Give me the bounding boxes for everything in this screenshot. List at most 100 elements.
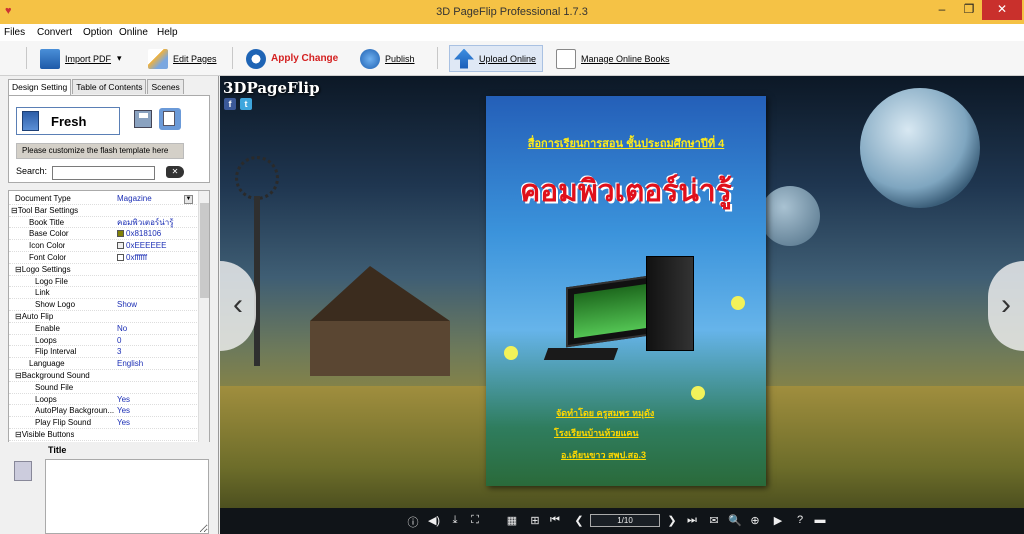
property-row[interactable]: ⊟Logo Settings — [9, 264, 199, 276]
next-page-button[interactable]: › — [988, 261, 1024, 351]
prev-page-icon[interactable]: ❮ — [572, 514, 586, 527]
property-row[interactable]: Language English — [9, 358, 199, 370]
download-icon[interactable]: ⤓ — [448, 514, 462, 527]
apply-change-button[interactable]: Apply Change — [242, 45, 342, 72]
thumbnails-icon[interactable]: ▦ — [505, 514, 519, 527]
property-row[interactable]: Enable No — [9, 323, 199, 335]
property-value[interactable]: Show — [117, 299, 137, 311]
first-page-icon[interactable]: ⏮ — [548, 514, 562, 527]
property-value[interactable]: English — [117, 358, 143, 370]
menu-online[interactable]: Online — [119, 27, 148, 38]
property-key: Enable — [35, 323, 60, 333]
minimize-button[interactable]: – — [929, 0, 955, 20]
toolbar-separator — [232, 47, 233, 69]
property-value[interactable]: Magazine — [117, 193, 152, 205]
facebook-icon[interactable]: f — [224, 98, 236, 110]
publish-button[interactable]: Publish — [356, 45, 419, 72]
property-value[interactable]: 0 — [117, 335, 121, 347]
clear-search-icon[interactable]: ✕ — [166, 166, 184, 178]
edit-pages-button[interactable]: Edit Pages — [144, 45, 221, 72]
window-titlebar: ♥ 3D PageFlip Professional 1.7.3 – ❐ ✕ — [0, 0, 1024, 24]
property-value[interactable]: 3 — [117, 346, 121, 358]
scrollbar-thumb[interactable] — [200, 203, 209, 298]
left-tabs: Design Setting Table of Contents Scenes — [8, 79, 185, 95]
customize-template-button[interactable]: Please customize the flash template here — [16, 143, 184, 159]
property-value[interactable]: 0xffffff — [117, 252, 147, 264]
search-icon[interactable]: 🔍 — [728, 514, 742, 527]
import-pdf-button[interactable]: Import PDF — [36, 45, 115, 72]
property-row[interactable]: Loops Yes — [9, 394, 199, 406]
property-row[interactable]: Loops 0 — [9, 335, 199, 347]
restore-button[interactable]: ❐ — [956, 0, 982, 20]
print-icon[interactable]: ▬ — [813, 514, 827, 526]
property-row[interactable]: Logo File — [9, 276, 199, 288]
property-row[interactable]: Font Color 0xffffff — [9, 252, 199, 264]
property-key: Loops — [35, 335, 57, 345]
tab-scenes[interactable]: Scenes — [147, 79, 184, 94]
property-row[interactable]: Play Flip Sound Yes — [9, 417, 199, 429]
property-row[interactable]: Show Logo Show — [9, 299, 199, 311]
property-row[interactable]: Sound File — [9, 382, 199, 394]
menu-convert[interactable]: Convert — [37, 27, 72, 38]
property-row[interactable]: ⊟Visible Buttons — [9, 429, 199, 441]
design-setting-panel: Fresh Please customize the flash templat… — [8, 95, 210, 183]
property-value[interactable]: Yes — [117, 417, 130, 429]
property-key: Show Logo — [35, 300, 76, 310]
book-cover[interactable]: สื่อการเรียนการสอน ชั้นประถมศึกษาปีที่ 4… — [486, 96, 766, 486]
template-button[interactable]: Fresh — [16, 107, 120, 135]
search-label: Search: — [16, 166, 48, 176]
save-icon[interactable] — [134, 110, 152, 128]
upload-online-button[interactable]: Upload Online — [449, 45, 543, 72]
property-value[interactable]: Yes — [117, 394, 130, 406]
property-row[interactable]: Link — [9, 287, 199, 300]
property-row[interactable]: Book Title คอมพิวเตอร์น่ารู้ — [9, 217, 199, 229]
zoom-in-icon[interactable]: ⊕ — [748, 514, 762, 527]
property-row[interactable]: ⊟Auto Flip — [9, 311, 199, 323]
menu-files[interactable]: Files — [4, 27, 25, 38]
background-planet — [760, 186, 820, 246]
fullscreen-icon[interactable]: ⛶ — [468, 514, 482, 527]
property-value-text: 0xEEEEEE — [126, 241, 167, 251]
next-page-icon[interactable]: ❯ — [665, 514, 679, 527]
property-value[interactable]: Yes — [117, 405, 130, 417]
email-icon[interactable]: ✉ — [707, 514, 721, 527]
help-icon[interactable]: ? — [793, 514, 807, 526]
property-value-text: Yes — [117, 418, 131, 428]
property-value-text: 3 — [117, 347, 122, 357]
sound-icon[interactable]: ◀) — [427, 514, 441, 527]
background-moon — [860, 88, 980, 208]
property-value[interactable]: คอมพิวเตอร์น่ารู้ — [117, 217, 173, 229]
property-row[interactable]: ⊟Background Sound — [9, 370, 199, 382]
property-value[interactable]: No — [117, 323, 127, 335]
import-dropdown-button[interactable]: ▾ — [113, 45, 126, 72]
search-row: Search: ✕ — [16, 166, 206, 180]
autoplay-icon[interactable]: ▶ — [771, 514, 785, 527]
property-row[interactable]: AutoPlay Backgroun... Yes — [9, 405, 199, 418]
property-key: Logo File — [35, 276, 68, 286]
manage-online-books-button[interactable]: Manage Online Books — [552, 45, 674, 72]
menu-help[interactable]: Help — [157, 27, 178, 38]
menu-option[interactable]: Option — [83, 27, 112, 38]
page-number-input[interactable]: 1/10 — [590, 514, 660, 527]
tab-table-of-contents[interactable]: Table of Contents — [72, 79, 147, 94]
template-settings-icon[interactable] — [159, 108, 181, 130]
property-key: ⊟Background Sound — [15, 371, 90, 380]
twitter-icon[interactable]: t — [240, 98, 252, 110]
tab-design-setting[interactable]: Design Setting — [8, 79, 72, 95]
property-row[interactable]: ⊟Tool Bar Settings — [9, 205, 199, 217]
search-input[interactable] — [52, 166, 155, 180]
dropdown-arrow-icon[interactable]: ▼ — [184, 195, 193, 204]
close-button[interactable]: ✕ — [982, 0, 1022, 20]
property-value[interactable]: 0xEEEEEE — [117, 240, 166, 252]
property-row[interactable]: Base Color 0x818106 — [9, 228, 199, 241]
last-page-icon[interactable]: ⏭ — [685, 514, 699, 527]
grid-icon[interactable]: ⊞ — [528, 514, 542, 527]
info-icon[interactable]: ⓘ — [406, 514, 420, 530]
property-row[interactable]: Flip Interval 3 — [9, 346, 199, 359]
property-row[interactable]: Icon Color 0xEEEEEE — [9, 240, 199, 252]
property-value[interactable]: 0x818106 — [117, 228, 161, 240]
background-house — [290, 266, 450, 376]
title-textarea[interactable] — [45, 459, 209, 534]
property-row[interactable]: Document Type Magazine ▼ — [9, 193, 199, 205]
property-key: Link — [35, 288, 50, 298]
